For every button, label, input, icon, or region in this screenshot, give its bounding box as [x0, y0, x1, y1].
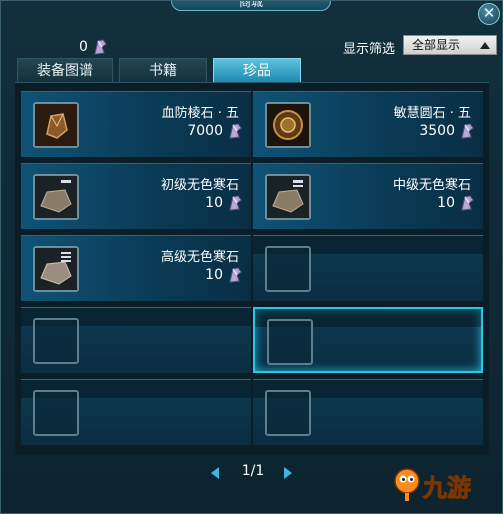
jade-icon — [229, 195, 242, 211]
tab-treasures[interactable]: 珍品 — [213, 58, 301, 82]
shop-item-slot[interactable]: 血防棱石 · 五 7000 — [21, 91, 251, 157]
shop-window: 商城 ✕ 0 显示筛选 全部显示 装备图谱 书籍 珍品 血防棱石 · 五 700… — [0, 0, 503, 514]
item-icon-frame — [265, 246, 311, 292]
item-price-value: 10 — [205, 267, 223, 283]
item-icon-frame — [33, 174, 79, 220]
jade-icon — [94, 39, 107, 55]
item-name: 中级无色寒石 — [392, 178, 471, 193]
jade-icon — [461, 123, 474, 139]
window-title: 商城 — [171, 1, 331, 11]
item-name: 高级无色寒石 — [160, 250, 239, 265]
prev-page-button[interactable] — [211, 467, 219, 479]
currency-display: 0 — [79, 37, 108, 57]
item-price: 10 — [437, 194, 475, 212]
page-indicator: 1/1 — [241, 463, 265, 479]
empty-item-slot[interactable] — [21, 379, 251, 445]
filter-selected-value: 全部显示 — [412, 38, 461, 52]
site-logo: 九游 — [393, 467, 472, 503]
item-icon-frame — [33, 318, 79, 364]
cold-stone-icon — [35, 248, 77, 290]
close-button[interactable]: ✕ — [478, 3, 500, 25]
item-name: 敏慧圆石 · 五 — [393, 106, 471, 121]
logo-text: 九游 — [423, 473, 472, 502]
item-icon-frame — [33, 102, 79, 148]
next-page-button[interactable] — [284, 467, 292, 479]
jade-icon — [229, 267, 242, 283]
cold-stone-icon — [35, 176, 77, 218]
item-grid: 血防棱石 · 五 7000 敏慧圆石 · 五 3500 初级无色寒石 10 中级… — [15, 82, 489, 454]
item-icon-frame — [265, 102, 311, 148]
empty-item-slot-selected[interactable] — [253, 307, 483, 373]
item-price-value: 10 — [205, 195, 223, 211]
gem-icon — [35, 104, 77, 146]
chevron-up-icon — [480, 42, 490, 49]
item-price: 7000 — [187, 122, 243, 140]
item-name: 初级无色寒石 — [160, 178, 239, 193]
item-icon-frame — [267, 319, 313, 365]
category-tabs: 装备图谱 书籍 珍品 — [17, 58, 301, 82]
shop-item-slot[interactable]: 敏慧圆石 · 五 3500 — [253, 91, 483, 157]
shop-item-slot[interactable]: 初级无色寒石 10 — [21, 163, 251, 229]
empty-item-slot[interactable] — [21, 307, 251, 373]
currency-amount: 0 — [79, 39, 88, 55]
item-price: 3500 — [419, 122, 475, 140]
item-icon-frame — [33, 390, 79, 436]
empty-item-slot[interactable] — [253, 379, 483, 445]
cold-stone-icon — [267, 176, 309, 218]
tab-books[interactable]: 书籍 — [119, 58, 207, 82]
item-icon-frame — [265, 390, 311, 436]
shop-item-slot[interactable]: 中级无色寒石 10 — [253, 163, 483, 229]
item-name: 血防棱石 · 五 — [161, 106, 239, 121]
item-price: 10 — [205, 194, 243, 212]
filter-dropdown[interactable]: 全部显示 — [403, 35, 497, 55]
item-price-value: 10 — [437, 195, 455, 211]
empty-item-slot[interactable] — [253, 235, 483, 301]
jade-icon — [229, 123, 242, 139]
item-price-value: 3500 — [419, 123, 455, 139]
item-icon-frame — [33, 246, 79, 292]
filter-label: 显示筛选 — [343, 42, 396, 57]
jade-icon — [461, 195, 474, 211]
item-price: 10 — [205, 266, 243, 284]
round-stone-icon — [267, 104, 309, 146]
tab-equipment-recipes[interactable]: 装备图谱 — [17, 58, 113, 82]
shop-item-slot[interactable]: 高级无色寒石 10 — [21, 235, 251, 301]
item-price-value: 7000 — [187, 123, 223, 139]
mascot-icon — [394, 468, 420, 501]
item-icon-frame — [265, 174, 311, 220]
